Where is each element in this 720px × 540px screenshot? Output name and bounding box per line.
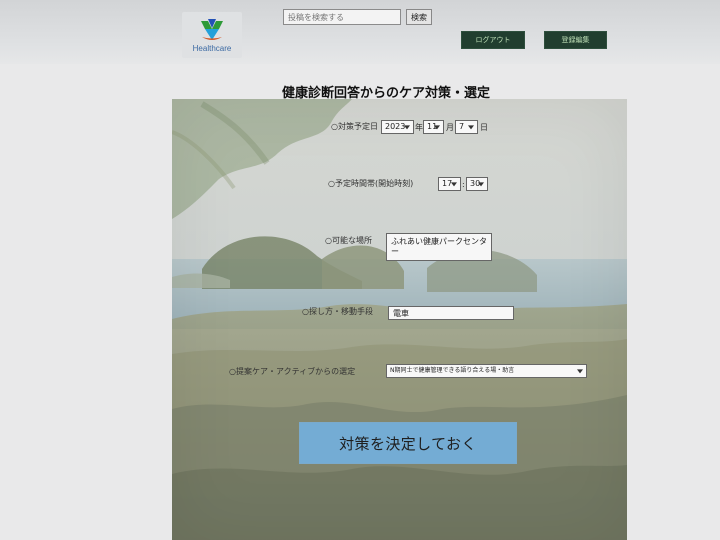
- transport-input[interactable]: 電車: [388, 306, 514, 320]
- day-select[interactable]: 7: [455, 120, 478, 134]
- time-label: 予定時間帯(開始時刻): [334, 179, 414, 188]
- transport-label: 探し方・移動手段: [308, 307, 373, 316]
- day-suffix: 日: [480, 123, 488, 132]
- healthcare-logo[interactable]: Healthcare: [182, 12, 242, 58]
- month-suffix: 月: [446, 123, 454, 132]
- submit-care-plan-button[interactable]: 対策を決定しておく: [299, 422, 517, 464]
- search-button[interactable]: 検索: [406, 9, 432, 25]
- logo-text: Healthcare: [192, 44, 232, 53]
- time-label-row: ○予定時間帯(開始時刻): [328, 180, 413, 188]
- date-radio-icon[interactable]: ○: [331, 122, 338, 131]
- place-radio-icon[interactable]: ○: [325, 236, 332, 245]
- search-input[interactable]: [283, 9, 401, 25]
- hour-select[interactable]: 17: [438, 177, 461, 191]
- logout-button[interactable]: ログアウト: [461, 31, 525, 49]
- place-label: 可能な場所: [331, 236, 372, 245]
- transport-label-row: ○探し方・移動手段: [302, 308, 373, 316]
- place-textarea[interactable]: ふれあい健康パークセンター: [386, 233, 492, 261]
- year-select[interactable]: 2023: [381, 120, 414, 134]
- logo-mark-icon: [201, 19, 223, 40]
- month-select[interactable]: 11: [423, 120, 444, 134]
- account-edit-button[interactable]: 登録編集: [544, 31, 607, 49]
- proposal-select[interactable]: N期同士で健康管理できる語り合える場・助言: [386, 364, 587, 378]
- proposal-label: 提案ケア・アクティブからの選定: [235, 367, 356, 376]
- minute-select[interactable]: 30: [466, 177, 488, 191]
- place-label-row: ○可能な場所: [325, 237, 372, 245]
- transport-radio-icon[interactable]: ○: [302, 307, 309, 316]
- date-label-row: ○対策予定日: [331, 123, 378, 131]
- proposal-label-row: ○提案ケア・アクティブからの選定: [229, 368, 355, 376]
- proposal-radio-icon[interactable]: ○: [229, 367, 236, 376]
- date-label: 対策予定日: [337, 122, 378, 131]
- time-radio-icon[interactable]: ○: [328, 179, 335, 188]
- year-suffix: 年: [415, 123, 423, 132]
- time-separator: :: [462, 180, 465, 189]
